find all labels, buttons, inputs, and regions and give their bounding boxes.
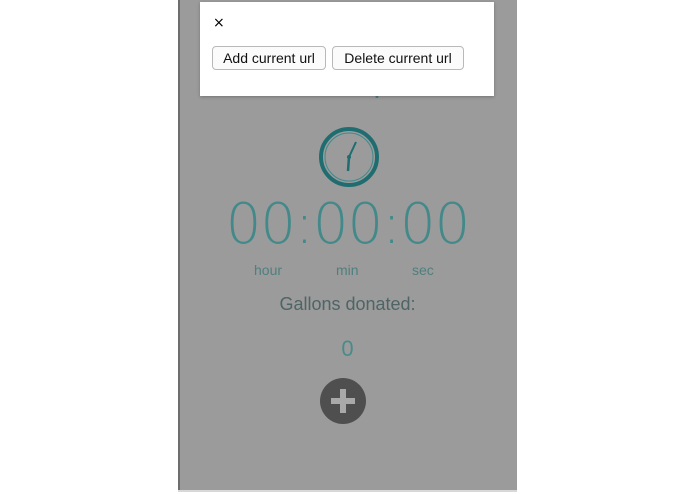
delete-current-url-button[interactable]: Delete current url [332, 46, 464, 70]
min-label: min [336, 262, 359, 278]
close-icon[interactable]: × [213, 15, 225, 31]
sec-label: sec [412, 262, 434, 278]
add-current-url-button[interactable]: Add current url [212, 46, 326, 70]
add-button[interactable] [320, 378, 366, 424]
elapsed-timer: 00:00:00 [225, 192, 471, 257]
url-popup: × Add current url Delete current url [200, 2, 494, 96]
plus-icon [331, 389, 355, 413]
gallons-donated-label: Gallons donated: [279, 294, 416, 314]
panel-bottom-divider [178, 490, 517, 492]
clock-icon [318, 126, 380, 188]
hour-label: hour [254, 262, 283, 278]
gallons-donated-value: 0 [341, 336, 354, 361]
